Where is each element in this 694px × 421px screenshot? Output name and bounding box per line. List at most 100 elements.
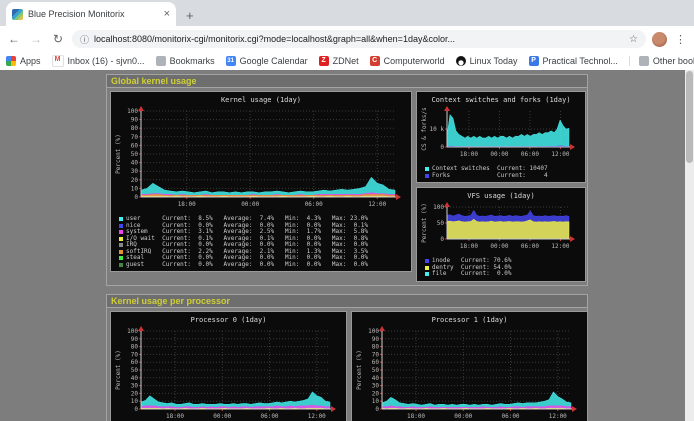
svg-text:60: 60	[131, 359, 139, 366]
chart-title: Processor 1 (1day)	[354, 314, 585, 325]
bookmark-inbox[interactable]: M Inbox (16) - sjvn0...	[52, 55, 145, 67]
chart-kernel-usage[interactable]: Kernel usage (1day) 01020304050607080901…	[110, 91, 412, 272]
bookmarks-bar: Apps M Inbox (16) - sjvn0... Bookmarks 3…	[0, 52, 694, 71]
svg-text:30: 30	[372, 382, 380, 389]
page-favicon-icon	[12, 9, 23, 20]
svg-text:50: 50	[131, 367, 139, 374]
svg-text:CS & forks/s: CS & forks/s	[421, 107, 428, 151]
bookmark-practical-technology[interactable]: P Practical Technol...	[529, 56, 618, 66]
other-bookmarks[interactable]: Other bookmarks	[629, 56, 694, 66]
vfs-usage-plot: 05010018:0000:0006:0012:00Percent (%)	[419, 201, 579, 251]
svg-text:80: 80	[131, 343, 139, 350]
svg-text:80: 80	[131, 125, 139, 132]
browser-menu-icon[interactable]: ⋮	[673, 33, 688, 46]
tab-title: Blue Precision Monitorix	[28, 9, 159, 19]
bookmark-google-calendar[interactable]: 31 Google Calendar	[226, 56, 308, 66]
page-scrollbar[interactable]	[685, 70, 694, 421]
bookmark-bookmarks[interactable]: Bookmarks	[156, 56, 215, 66]
legend-swatch	[119, 217, 123, 221]
folder-icon	[156, 56, 166, 66]
page-content: Global kernel usage Kernel usage (1day) …	[0, 70, 694, 421]
svg-text:12:00: 12:00	[368, 201, 386, 208]
bookmark-label: Google Calendar	[240, 56, 308, 66]
legend-swatch	[119, 243, 123, 247]
bookmark-label: Computerworld	[384, 56, 445, 66]
bookmark-apps[interactable]: Apps	[6, 56, 41, 66]
chart-title: Kernel usage (1day)	[113, 94, 409, 105]
svg-text:50: 50	[437, 220, 445, 227]
bookmark-star-icon[interactable]: ☆	[629, 34, 638, 45]
legend-swatch	[119, 256, 123, 260]
legend-swatch	[119, 237, 123, 241]
legend-swatch	[425, 272, 429, 276]
chart-title: Context switches and forks (1day)	[419, 94, 583, 105]
new-tab-button[interactable]: +	[176, 8, 204, 26]
svg-text:100: 100	[368, 328, 379, 335]
legend-text: guest Current: 0.0% Average: 0.0% Min: 0…	[126, 262, 379, 269]
svg-text:100: 100	[433, 204, 444, 211]
chart-context-switches[interactable]: Context switches and forks (1day) 010 k1…	[416, 91, 586, 183]
chart-legend: inode Current: 70.6% dentry Current: 54.…	[419, 256, 583, 279]
svg-text:90: 90	[372, 335, 380, 342]
info-icon[interactable]: ⓘ	[80, 33, 89, 46]
svg-text:Percent (%): Percent (%)	[421, 203, 428, 243]
svg-text:18:00: 18:00	[407, 413, 425, 420]
svg-text:00:00: 00:00	[454, 413, 472, 420]
svg-text:40: 40	[131, 160, 139, 167]
practical-tech-icon: P	[529, 56, 539, 66]
chart-processor-0[interactable]: Processor 0 (1day) 010203040506070809010…	[110, 311, 347, 421]
processor-0-plot: 010203040506070809010018:0000:0006:0012:…	[113, 325, 340, 421]
back-icon[interactable]: ←	[6, 32, 22, 46]
address-bar[interactable]: ⓘ localhost:8080/monitorix-cgi/monitorix…	[72, 30, 646, 48]
chart-title: Processor 0 (1day)	[113, 314, 344, 325]
legend-swatch	[425, 266, 429, 270]
svg-text:100: 100	[127, 108, 138, 115]
svg-text:10: 10	[131, 398, 139, 405]
legend-item: file Current: 0.0%	[425, 271, 583, 278]
bookmark-label: Apps	[20, 56, 41, 66]
legend-text: Forks Current: 4	[432, 173, 558, 180]
svg-text:90: 90	[131, 335, 139, 342]
svg-text:10: 10	[372, 398, 380, 405]
svg-text:0: 0	[440, 144, 444, 151]
tab-close-icon[interactable]: ×	[164, 8, 170, 20]
tab-strip: Blue Precision Monitorix × +	[0, 0, 694, 26]
svg-text:18:00: 18:00	[460, 151, 478, 158]
scrollbar-thumb[interactable]	[686, 71, 693, 163]
forward-icon[interactable]: →	[28, 32, 44, 46]
browser-window: Blue Precision Monitorix × + ← → ↻ ⓘ loc…	[0, 0, 694, 421]
legend-item: Forks Current: 4	[425, 173, 583, 180]
tab-blue-precision-monitorix[interactable]: Blue Precision Monitorix ×	[6, 2, 176, 26]
bookmark-linux-today[interactable]: Linux Today	[456, 56, 518, 66]
svg-text:18:00: 18:00	[460, 243, 478, 250]
legend-swatch	[425, 174, 429, 178]
bookmark-zdnet[interactable]: Z ZDNet	[319, 56, 359, 66]
chart-title: VFS usage (1day)	[419, 190, 583, 201]
reload-icon[interactable]: ↻	[50, 32, 66, 46]
legend-swatch	[425, 259, 429, 263]
section-title: Kernel usage per processor	[107, 295, 587, 308]
svg-text:0: 0	[440, 236, 444, 243]
svg-text:00:00: 00:00	[213, 413, 231, 420]
context-switches-plot: 010 k18:0000:0006:0012:00CS & forks/s	[419, 105, 579, 159]
legend-swatch	[425, 167, 429, 171]
svg-text:06:00: 06:00	[305, 201, 323, 208]
svg-text:06:00: 06:00	[521, 243, 539, 250]
profile-avatar[interactable]	[652, 32, 667, 47]
processor-1-plot: 010203040506070809010018:0000:0006:0012:…	[354, 325, 581, 421]
svg-text:06:00: 06:00	[521, 151, 539, 158]
folder-icon	[639, 56, 649, 66]
apps-grid-icon	[6, 56, 16, 66]
penguin-icon	[456, 56, 466, 66]
bookmark-computerworld[interactable]: C Computerworld	[370, 56, 445, 66]
url-text[interactable]: localhost:8080/monitorix-cgi/monitorix.c…	[94, 34, 624, 44]
zdnet-icon: Z	[319, 56, 329, 66]
chart-processor-1[interactable]: Processor 1 (1day) 010203040506070809010…	[351, 311, 588, 421]
svg-text:06:00: 06:00	[260, 413, 278, 420]
svg-text:40: 40	[372, 374, 380, 381]
svg-text:06:00: 06:00	[501, 413, 519, 420]
section-kernel-usage-per-processor: Kernel usage per processor Processor 0 (…	[106, 294, 588, 421]
svg-text:30: 30	[131, 168, 139, 175]
svg-text:0: 0	[375, 406, 379, 413]
chart-vfs-usage[interactable]: VFS usage (1day) 05010018:0000:0006:0012…	[416, 187, 586, 282]
